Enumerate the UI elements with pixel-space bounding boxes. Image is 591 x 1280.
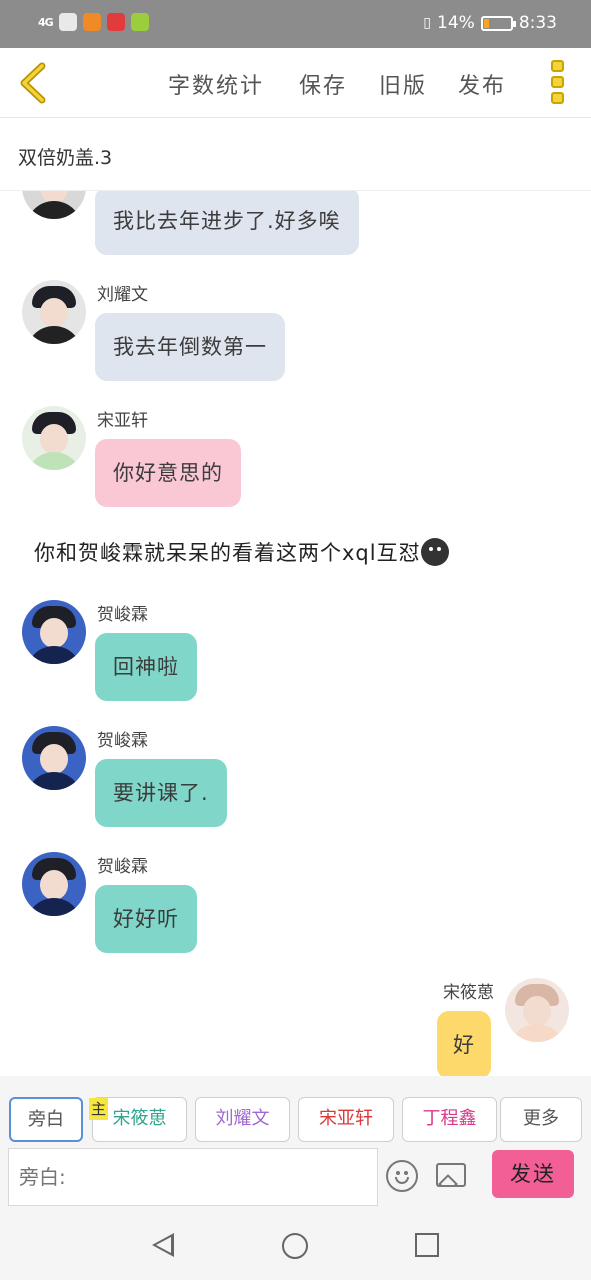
video-app-icon xyxy=(82,13,101,31)
system-nav-bar xyxy=(0,1208,591,1280)
message-bubble[interactable]: 好好听 xyxy=(95,885,197,953)
avatar-liu-yaowen[interactable] xyxy=(22,280,86,344)
nav-back-icon[interactable] xyxy=(152,1233,174,1257)
send-button[interactable]: 发送 xyxy=(492,1150,574,1198)
role-song-yaxuan-button[interactable]: 宋亚轩 xyxy=(298,1097,394,1142)
story-title-row[interactable]: 双倍奶盖.3 xyxy=(0,119,591,191)
main-role-badge: 主 xyxy=(89,1098,108,1120)
narration-content: 你和贺峻霖就呆呆的看着这两个xql互怼 xyxy=(34,541,421,565)
story-title: 双倍奶盖.3 xyxy=(18,147,113,169)
game-app-icon xyxy=(130,13,149,31)
avatar-he-junlin[interactable] xyxy=(22,600,86,664)
emoji-icon[interactable] xyxy=(386,1160,418,1192)
role-narrator-button[interactable]: 旁白 xyxy=(9,1097,83,1142)
status-bar: 4G ▯ 14% 8:33 xyxy=(0,0,591,48)
sale-app-icon xyxy=(106,13,125,31)
nav-recent-icon[interactable] xyxy=(415,1233,439,1257)
save-button[interactable]: 保存 xyxy=(299,68,347,100)
avatar-he-junlin[interactable] xyxy=(22,852,86,916)
clock: 8:33 xyxy=(518,13,557,33)
message-bubble[interactable]: 好 xyxy=(437,1011,491,1076)
input-bar: 发送 xyxy=(0,1146,591,1208)
message-bubble[interactable]: 回神啦 xyxy=(95,633,197,701)
message-bubble[interactable]: 你好意思的 xyxy=(95,439,241,507)
sender-name: 刘耀文 xyxy=(97,285,148,305)
avatar-song-yaxuan[interactable] xyxy=(22,406,86,470)
grin-emoji-icon xyxy=(420,538,449,566)
message-input[interactable] xyxy=(8,1148,378,1206)
nav-home-icon[interactable] xyxy=(282,1233,308,1259)
back-arrow-icon[interactable] xyxy=(16,62,50,104)
vibrate-icon: ▯ xyxy=(423,15,432,31)
signal-indicator: 4G xyxy=(38,15,54,29)
more-menu-icon[interactable] xyxy=(551,60,565,106)
role-selector: 旁白 宋筱葸 主 刘耀文 宋亚轩 丁程鑫 更多 xyxy=(0,1076,591,1146)
role-ding-chengxin-button[interactable]: 丁程鑫 xyxy=(402,1097,497,1142)
activity-icon xyxy=(58,13,77,31)
sender-name: 宋筱葸 xyxy=(443,983,494,1003)
sender-name: 贺峻霖 xyxy=(97,731,148,751)
old-version-button[interactable]: 旧版 xyxy=(379,68,427,100)
message-bubble[interactable]: 我去年倒数第一 xyxy=(95,313,285,381)
battery-percent: 14% xyxy=(437,13,475,33)
avatar[interactable] xyxy=(22,191,86,219)
avatar-song-xiaoxi[interactable] xyxy=(505,978,569,1042)
more-roles-button[interactable]: 更多 xyxy=(500,1097,582,1142)
publish-button[interactable]: 发布 xyxy=(458,68,506,100)
battery-icon xyxy=(480,15,516,31)
avatar-he-junlin[interactable] xyxy=(22,726,86,790)
word-count-button[interactable]: 字数统计 xyxy=(168,68,264,100)
image-icon[interactable] xyxy=(436,1163,466,1187)
sender-name: 宋亚轩 xyxy=(97,411,148,431)
sender-name: 贺峻霖 xyxy=(97,857,148,877)
message-bubble[interactable]: 要讲课了. xyxy=(95,759,227,827)
narration-text[interactable]: 你和贺峻霖就呆呆的看着这两个xql互怼 xyxy=(34,537,449,567)
top-bar: 字数统计 保存 旧版 发布 xyxy=(0,48,591,118)
role-liu-yaowen-button[interactable]: 刘耀文 xyxy=(195,1097,290,1142)
sender-name: 贺峻霖 xyxy=(97,605,148,625)
message-bubble[interactable]: 我比去年进步了.好多唉 xyxy=(95,191,359,255)
chat-area[interactable]: 我比去年进步了.好多唉 刘耀文 我去年倒数第一 宋亚轩 你好意思的 你和贺峻霖就… xyxy=(0,191,591,1076)
